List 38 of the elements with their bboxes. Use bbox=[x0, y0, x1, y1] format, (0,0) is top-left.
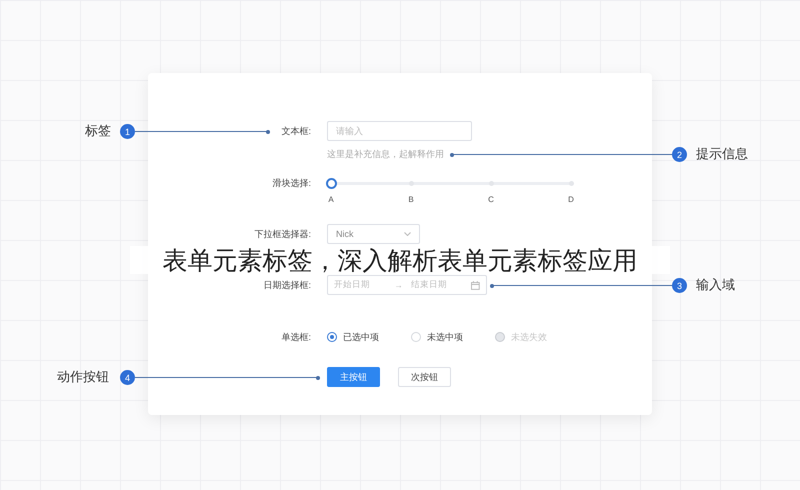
hint-text: 这里是补充信息，起解释作用 bbox=[327, 148, 444, 160]
number-badge: 4 bbox=[120, 370, 135, 385]
field-label: 日期选择框: bbox=[263, 278, 311, 292]
slider-thumb[interactable] bbox=[326, 178, 337, 188]
radio-label: 已选中项 bbox=[343, 330, 379, 344]
leader-dot bbox=[490, 284, 494, 288]
annotation-label: 标签 bbox=[85, 122, 111, 140]
leader-dot bbox=[266, 130, 270, 134]
radio-button[interactable] bbox=[327, 332, 337, 342]
chevron-down-icon bbox=[404, 232, 411, 236]
field-label: 文本框: bbox=[281, 124, 311, 138]
number-badge: 2 bbox=[672, 147, 687, 162]
annotation-label: 动作按钮 bbox=[57, 368, 109, 386]
annotation-label: 提示信息 bbox=[696, 145, 748, 163]
annotation-label: 输入域 bbox=[696, 276, 735, 294]
slider-mark-label: C bbox=[488, 195, 494, 204]
radio-label: 未选失效 bbox=[511, 330, 547, 344]
date-range-field[interactable]: 开始日期 → 结束日期 bbox=[327, 275, 487, 295]
radio-label: 未选中项 bbox=[427, 330, 463, 344]
secondary-button[interactable]: 次按钮 bbox=[398, 367, 451, 387]
number-badge: 3 bbox=[672, 278, 687, 293]
primary-button[interactable]: 主按钮 bbox=[327, 367, 380, 387]
number-badge: 1 bbox=[120, 124, 135, 139]
calendar-icon bbox=[471, 280, 480, 290]
leader-dot bbox=[316, 376, 320, 380]
field-label: 下拉框选择器: bbox=[254, 228, 311, 240]
title-banner: 表单元素标签，深入解析表单元素标签应用 bbox=[130, 246, 670, 274]
leader-dot bbox=[450, 152, 454, 156]
slider-mark-label: D bbox=[568, 195, 574, 204]
field-label: 单选框: bbox=[281, 330, 311, 344]
text-input-field[interactable]: 请输入 bbox=[327, 121, 472, 141]
field-label: 滑块选择: bbox=[272, 176, 311, 190]
slider-mark-label: B bbox=[408, 195, 414, 204]
slider-stop bbox=[569, 180, 574, 186]
slider-stop bbox=[409, 180, 414, 186]
slider-stop bbox=[489, 180, 494, 186]
dropdown-field[interactable]: Nick bbox=[327, 224, 420, 244]
slider-mark-label: A bbox=[328, 195, 334, 204]
